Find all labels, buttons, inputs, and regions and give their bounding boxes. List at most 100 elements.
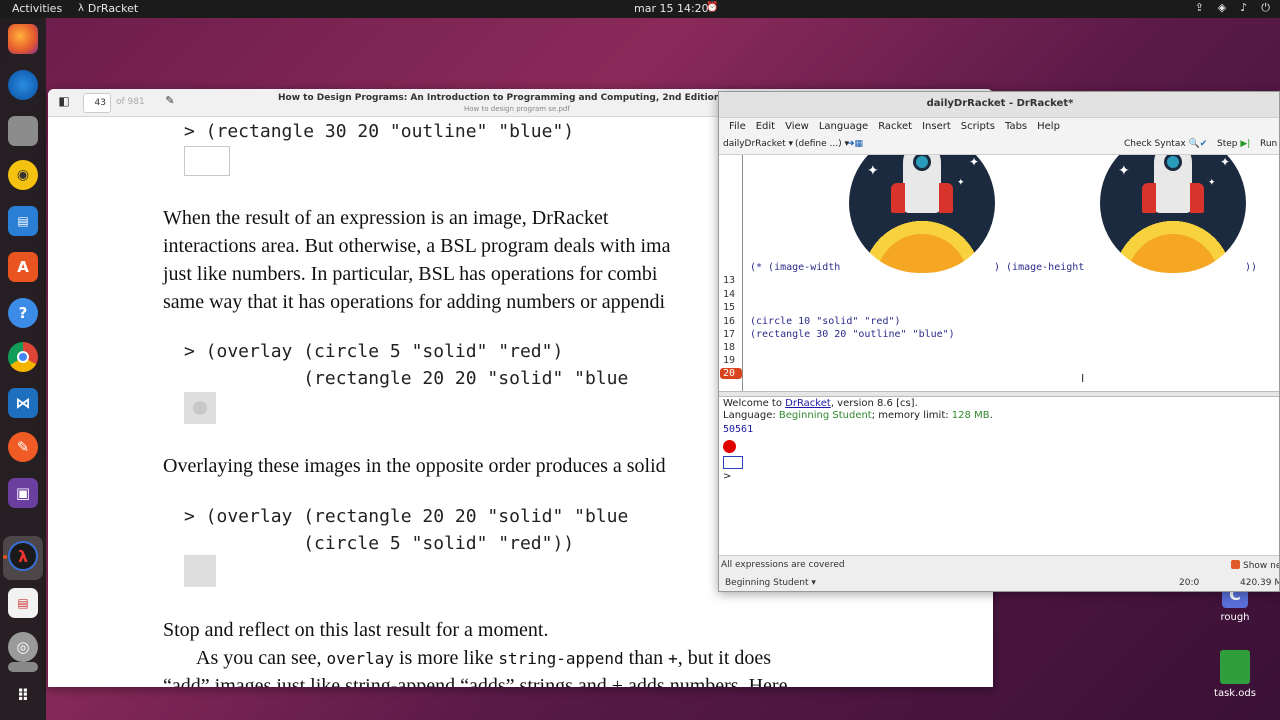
desktop-icon-label: task.ods (1214, 688, 1256, 699)
app-center-icon[interactable]: A (8, 252, 38, 282)
activities-button[interactable]: Activities (12, 2, 62, 15)
app-menu[interactable]: λ DrRacket (78, 2, 138, 15)
result-value: 50561 (723, 424, 754, 435)
code-example: (circle 5 "solid" "red")) (184, 533, 575, 554)
thunderbird-icon[interactable] (8, 70, 38, 100)
paragraph-line: As you can see, overlay is more like str… (196, 647, 772, 669)
code-example: (rectangle 20 20 "solid" "blue (184, 368, 629, 389)
text-cursor-icon: I (1081, 372, 1085, 385)
code-example: > (rectangle 30 20 "outline" "blue") (184, 121, 575, 142)
page-total: of 981 (116, 97, 145, 107)
firefox-icon[interactable] (8, 24, 38, 54)
line-number: 18 (723, 342, 736, 353)
language-dropdown[interactable]: Beginning Student ▾ (725, 578, 816, 588)
menu-scripts[interactable]: Scripts (956, 118, 1000, 136)
inkscape-icon[interactable]: ✎ (8, 432, 38, 462)
window-subtitle: How to design program se.pdf (464, 105, 570, 113)
menu-tabs[interactable]: Tabs (1000, 118, 1032, 136)
code-line: (* (image-width (750, 262, 841, 273)
trash-icon[interactable] (8, 662, 38, 672)
show-checkbox[interactable]: Show ne (1231, 560, 1279, 571)
line-number-current: 20 (720, 368, 742, 379)
video-editor-icon[interactable]: ▣ (8, 478, 38, 508)
chrome-icon[interactable] (8, 342, 38, 372)
rocket-image: ✦ ✦ ✦ (1100, 155, 1246, 273)
toolbar: dailyDrRacket ▾ (define ...) ▾ ➜▦ Check … (719, 136, 1279, 154)
line-number: 17 (723, 329, 736, 340)
help-icon[interactable]: ? (8, 298, 38, 328)
language-line: Language: Beginning Student; memory limi… (723, 410, 993, 421)
run-button[interactable]: Run (1260, 139, 1277, 149)
window-title: How to Design Programs: An Introduction … (278, 93, 751, 103)
coverage-status: All expressions are covered (721, 560, 845, 570)
paragraph-line: “add” images just like string-append “ad… (163, 675, 788, 687)
document-viewer-icon[interactable]: ▤ (8, 588, 38, 618)
paragraph-line: just like numbers. In particular, BSL ha… (163, 263, 658, 285)
volume-icon: ♪ (1240, 1, 1248, 14)
power-icon: ⏻ (1261, 1, 1270, 14)
files-icon[interactable] (8, 116, 38, 146)
menu-insert[interactable]: Insert (917, 118, 956, 136)
checkbox-icon (1231, 560, 1240, 569)
overlay-result-image (184, 392, 216, 424)
definitions-area[interactable]: ✦ ✦ ✦ ✦ ✦ ✦ (* (image-width ) (image-hei… (719, 154, 1279, 391)
desktop-icon-label: rough (1220, 612, 1250, 623)
rocket-image: ✦ ✦ ✦ (849, 155, 995, 273)
line-number: 15 (723, 302, 736, 313)
magnifier-icon: 🔍✔ (1188, 139, 1208, 149)
interactions-area[interactable]: Welcome to DrRacket, version 8.6 [cs]. L… (719, 397, 1279, 555)
menu-racket[interactable]: Racket (873, 118, 917, 136)
step-button[interactable]: Step ▶| (1217, 139, 1250, 149)
line-number: 16 (723, 316, 736, 327)
app-menu-label: DrRacket (87, 2, 139, 15)
status-bar: All expressions are covered Show ne Begi… (719, 555, 1279, 591)
paragraph-line: same way that it has operations for addi… (163, 291, 666, 313)
menu-language[interactable]: Language (814, 118, 873, 136)
code-line: (rectangle 30 20 "outline" "blue") (750, 329, 955, 340)
rhythmbox-icon[interactable]: ◉ (8, 160, 38, 190)
menu-bar: File Edit View Language Racket Insert Sc… (719, 118, 1279, 136)
desktop-icon-task-ods[interactable]: task.ods (1205, 650, 1265, 699)
sidebar-toggle-button[interactable]: ◧ (54, 94, 74, 112)
blue-rectangle-result (723, 456, 743, 469)
step-icon: ▶| (1240, 139, 1251, 149)
code-example: > (overlay (circle 5 "solid" "red") (184, 341, 564, 362)
file-dropdown[interactable]: dailyDrRacket ▾ (723, 139, 793, 149)
welcome-line: Welcome to DrRacket, version 8.6 [cs]. (723, 398, 918, 409)
disks-icon[interactable]: ◎ (8, 632, 38, 662)
code-line: ) (image-height (994, 262, 1085, 273)
window-title: dailyDrRacket - DrRacket* (719, 92, 1279, 118)
writer-icon[interactable]: ▤ (8, 206, 38, 236)
top-bar: Activities λ DrRacket mar 15 14:20 ⏰ ⇪ ◈… (0, 0, 1280, 18)
outline-rectangle-image (184, 146, 230, 176)
drracket-link[interactable]: DrRacket (785, 398, 831, 409)
line-number: 14 (723, 289, 736, 300)
paragraph-line: Overlaying these images in the opposite … (163, 455, 666, 477)
annotate-icon[interactable]: ✎ (160, 94, 180, 112)
share-icon: ⇪ (1194, 1, 1204, 14)
menu-file[interactable]: File (724, 118, 751, 136)
menu-view[interactable]: View (780, 118, 814, 136)
menu-edit[interactable]: Edit (751, 118, 780, 136)
cursor-position: 20:0 (1179, 578, 1200, 588)
network-icon: ◈ (1217, 1, 1227, 14)
drracket-small-icon: λ (78, 3, 84, 14)
code-example: > (overlay (rectangle 20 20 "solid" "blu… (184, 506, 629, 527)
prompt: > (723, 471, 732, 482)
line-number: 13 (723, 275, 736, 286)
drracket-icon[interactable]: λ (3, 541, 38, 571)
define-dropdown[interactable]: (define ...) ▾ (795, 139, 849, 149)
vscode-icon[interactable]: ⋈ (8, 388, 38, 418)
system-tray[interactable]: ⇪ ◈ ♪ ⏻ (1195, 1, 1270, 15)
page-number-field[interactable]: 43 (83, 93, 111, 113)
spreadsheet-icon (1220, 650, 1250, 684)
clock[interactable]: mar 15 14:20 (634, 2, 709, 15)
menu-help[interactable]: Help (1032, 118, 1065, 136)
check-syntax-button[interactable]: Check Syntax 🔍✔ (1124, 139, 1207, 149)
code-line: )) (1245, 262, 1258, 273)
show-apps-icon[interactable]: ⠿ (8, 680, 38, 710)
drracket-window: dailyDrRacket - DrRacket* File Edit View… (718, 91, 1280, 592)
jump-icon[interactable]: ➜▦ (847, 139, 863, 149)
paragraph-line: Stop and reflect on this last result for… (163, 619, 549, 641)
code-line: (circle 10 "solid" "red") (750, 316, 901, 327)
